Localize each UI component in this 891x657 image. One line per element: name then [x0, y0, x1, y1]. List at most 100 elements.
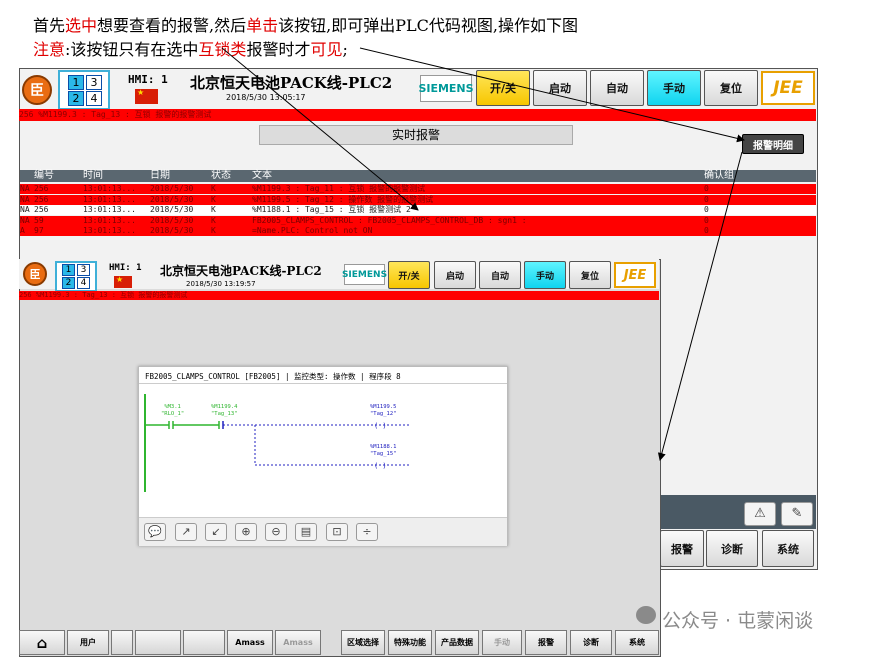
jee-logo: JEE: [614, 262, 656, 288]
blank-button-4[interactable]: Amass: [227, 630, 273, 655]
screen-3[interactable]: 3: [86, 75, 102, 90]
zoom-out-icon[interactable]: ⊖: [265, 523, 287, 541]
acknowledge-icon[interactable]: ⚠: [744, 502, 776, 526]
coil-2-label: %M1188.1 "Tag_15": [370, 444, 397, 457]
screen-1[interactable]: 1: [62, 264, 75, 276]
blank-button-2[interactable]: [135, 630, 181, 655]
blank-button-3[interactable]: [183, 630, 225, 655]
datetime: 2018/5/30 13:19:57: [186, 280, 256, 288]
code-view-header: FB2005_CLAMPS_CONTROL [FB2005] | 监控类型: 操…: [145, 372, 401, 381]
plc-code-view: FB2005_CLAMPS_CONTROL [FB2005] | 监控类型: 操…: [138, 366, 508, 546]
col-time[interactable]: 时间: [83, 170, 103, 182]
onoff-button[interactable]: 开/关: [388, 261, 430, 289]
instr2-segment-0: 注意: [33, 40, 66, 59]
screen-4[interactable]: 4: [77, 277, 90, 289]
auto-button[interactable]: 自动: [590, 70, 644, 106]
alarm-cell-date: 2018/5/30: [150, 226, 194, 235]
screen-2[interactable]: 2: [62, 277, 75, 289]
system-button[interactable]: 系统: [615, 630, 659, 655]
instr1-segment-4: 该按钮,即可弹出PLC代码视图,操作如下图: [278, 16, 578, 35]
instr2-segment-2: 互锁类: [198, 40, 247, 59]
alarm-cell-prefix: NA: [20, 184, 30, 193]
alarm-table-header: 编号 时间 日期 状态 文本 确认组: [20, 170, 816, 182]
alarm-cell-text: =Name.PLC: Control not ON: [252, 226, 373, 235]
edit-icon[interactable]: ✎: [781, 502, 813, 526]
alarm-cell-time: 13:01:13...: [83, 184, 136, 193]
coil-1-label: %M1199.5 "Tag_12": [370, 404, 397, 417]
screen-4[interactable]: 4: [86, 91, 102, 106]
siemens-logo: SIEMENS: [342, 264, 387, 285]
zoom-fit-icon[interactable]: ⊡: [326, 523, 348, 541]
alarm-detail-button[interactable]: 报警明细: [742, 134, 804, 154]
col-number[interactable]: 编号: [34, 170, 54, 182]
reset-button[interactable]: 复位: [569, 261, 611, 289]
screen-3[interactable]: 3: [77, 264, 90, 276]
instr1-segment-3: 单击: [246, 16, 279, 35]
nav-system-button[interactable]: 系统: [762, 530, 814, 567]
col-text[interactable]: 文本: [252, 170, 272, 182]
back-icon[interactable]: ↙: [205, 523, 227, 541]
instruction-line-1: 首先选中想要查看的报警,然后单击该按钮,即可弹出PLC代码视图,操作如下图: [33, 12, 578, 36]
onoff-button[interactable]: 开/关: [476, 70, 530, 106]
china-flag-icon: [114, 275, 132, 288]
diag-button[interactable]: 诊断: [570, 630, 612, 655]
amass-button[interactable]: Amass: [275, 630, 321, 655]
alarm-cell-date: 2018/5/30: [150, 205, 194, 214]
jee-logo: JEE: [761, 71, 815, 105]
alarm-cell-num: 97: [34, 226, 44, 235]
alarm-cell-group: 0: [704, 226, 709, 235]
alarm-cell-date: 2018/5/30: [150, 215, 194, 225]
home-button[interactable]: ⌂: [19, 630, 65, 655]
alarm-cell-num: 256: [34, 184, 49, 193]
alarm-row[interactable]: NA 59 13:01:13... 2018/5/30 K FB2005_CLAMPS_C…: [20, 215, 816, 226]
alarm-row[interactable]: A 97 13:01:13... 2018/5/30 K =Name.PLC: Contr…: [20, 226, 816, 236]
alarm-cell-text: %M1199.3 : Tag_11 : 互锁 报警的报警测试: [252, 184, 426, 193]
col-state[interactable]: 状态: [211, 170, 231, 182]
instruction-line-2: 注意:该按钮只有在选中互锁类报警时才可见;: [33, 36, 348, 60]
alarm-cell-num: 256: [34, 194, 49, 204]
start-button[interactable]: 启动: [434, 261, 476, 289]
alarm-cell-group: 0: [704, 194, 709, 204]
forward-icon[interactable]: ↗: [175, 523, 197, 541]
manual-mode-button[interactable]: 手动: [482, 630, 522, 655]
instr2-segment-4: 可见: [310, 40, 343, 59]
col-ack-group[interactable]: 确认组: [704, 170, 734, 182]
hmi-label: HMI: 1: [109, 263, 142, 273]
screen-selector[interactable]: 1 3 2 4: [58, 70, 110, 110]
manual-button[interactable]: 手动: [524, 261, 566, 289]
alarm-cell-group: 0: [704, 215, 709, 225]
alarm-cell-date: 2018/5/30: [150, 194, 194, 204]
alarm-cell-prefix: NA: [20, 205, 30, 214]
formula-icon[interactable]: ÷: [356, 523, 378, 541]
alarm-row[interactable]: NA 256 13:01:13... 2018/5/30 K %M1199.5 : Tag…: [20, 194, 816, 205]
nav-alarm-button[interactable]: 报警: [660, 530, 704, 567]
reset-button[interactable]: 复位: [704, 70, 758, 106]
comment-icon[interactable]: 💬: [144, 523, 166, 541]
alarm-cell-state: K: [211, 226, 216, 235]
area-select-button[interactable]: 区域选择: [341, 630, 385, 655]
alarm-button[interactable]: 报警: [525, 630, 567, 655]
col-date[interactable]: 日期: [150, 170, 170, 182]
screen-1[interactable]: 1: [68, 75, 84, 90]
special-function-button[interactable]: 特殊功能: [388, 630, 432, 655]
screen-selector[interactable]: 1 3 2 4: [55, 261, 97, 292]
zoom-in-icon[interactable]: ⊕: [235, 523, 257, 541]
blank-button-1[interactable]: [111, 630, 133, 655]
alarm-cell-text: %M1188.1 : Tag_15 : 互锁 报警测试 2: [252, 205, 411, 214]
user-button[interactable]: 用户: [67, 630, 109, 655]
alarm-row[interactable]: NA 256 13:01:13... 2018/5/30 K %M1199.3 : Tag…: [20, 184, 816, 194]
auto-button[interactable]: 自动: [479, 261, 521, 289]
alarm-cell-num: 256: [34, 205, 49, 214]
screen-2[interactable]: 2: [68, 91, 84, 106]
product-data-button[interactable]: 产品数据: [435, 630, 479, 655]
contact-1-label: %M3.1 "RLO_1": [161, 404, 185, 417]
datetime: 2018/5/30 13:05:17: [226, 93, 306, 102]
print-icon[interactable]: ▤: [295, 523, 317, 541]
manual-button[interactable]: 手动: [647, 70, 701, 106]
nav-diag-button[interactable]: 诊断: [706, 530, 758, 567]
alarm-cell-group: 0: [704, 184, 709, 193]
alarm-cell-prefix: A: [20, 226, 25, 235]
alarm-cell-time: 13:01:13...: [83, 194, 136, 204]
alarm-row[interactable]: NA 256 13:01:13... 2018/5/30 K %M1188.1 : Tag…: [20, 205, 816, 215]
start-button[interactable]: 启动: [533, 70, 587, 106]
